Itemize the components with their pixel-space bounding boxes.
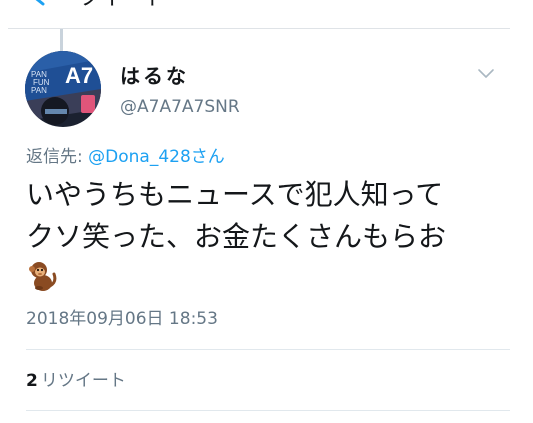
avatar-text-pan-2: PAN (31, 86, 47, 95)
retweet-count: 2 (26, 371, 38, 391)
divider (26, 349, 510, 350)
monkey-icon (29, 262, 57, 291)
header-divider (8, 28, 510, 29)
reply-prefix: 返信先: (26, 147, 89, 167)
avatar[interactable]: PAN FUN PAN A7 (25, 51, 101, 127)
top-bar: ツイート (0, 0, 533, 30)
reply-mention-link[interactable]: @Dona_428さん (88, 147, 225, 167)
chevron-left-icon[interactable] (27, 0, 51, 10)
user-handle[interactable]: @A7A7A7SNR (120, 96, 240, 118)
tweet-timestamp: 2018年09月06日 18:53 (26, 309, 218, 329)
page-title: ツイート (78, 0, 166, 11)
divider (26, 410, 510, 411)
reply-to: 返信先: @Dona_428さん (26, 146, 225, 168)
retweet-stats[interactable]: 2 リツイート (26, 370, 126, 392)
chevron-down-icon[interactable] (477, 68, 495, 80)
tweet-text: いやうちもニュースで犯人知って クソ笑った、お金たくさんもらお (26, 178, 447, 253)
avatar-text-big: A7 (65, 63, 93, 88)
retweet-label: リツイート (40, 371, 126, 391)
display-name[interactable]: はるな (120, 64, 189, 88)
